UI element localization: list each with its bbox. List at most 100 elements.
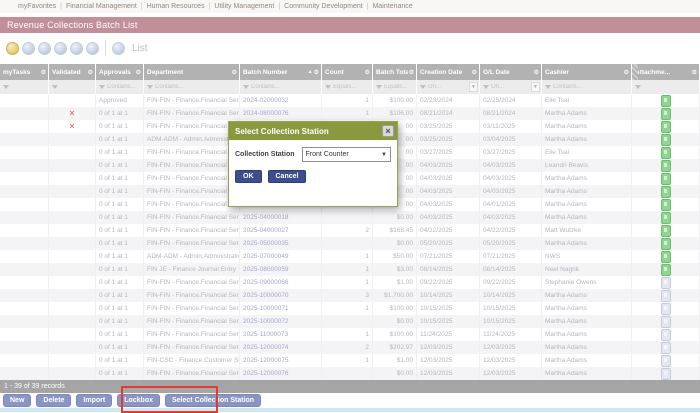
filter-cell-batch-total[interactable]: Equals...	[373, 80, 417, 94]
attachment-file-icon[interactable]	[661, 147, 671, 159]
attachment-file-icon[interactable]	[661, 329, 671, 341]
filter-dropdown-icon[interactable]: ▼	[531, 82, 540, 92]
collection-station-select[interactable]: Front Counter ▼	[302, 147, 392, 162]
attachment-file-icon[interactable]	[661, 303, 671, 315]
cell-attachment[interactable]	[632, 172, 700, 185]
filter-dropdown-icon[interactable]: ▼	[469, 82, 478, 92]
ok-button[interactable]: OK	[235, 170, 262, 183]
cell-attachment[interactable]	[632, 341, 700, 354]
column-header-batch-total[interactable]: Batch Total⚙	[373, 64, 417, 80]
attachment-file-icon[interactable]	[661, 173, 671, 185]
table-row[interactable]: 0 of 1 at 1FIN-CSC - Finance.Customer Se…	[0, 354, 700, 367]
table-row[interactable]: ApprovedFIN-FIN - Finance.Financial Serv…	[0, 94, 700, 107]
filter-cell-mytasks[interactable]	[0, 80, 49, 94]
gear-icon[interactable]: ⚙	[365, 69, 370, 76]
gear-icon[interactable]: ⚙	[472, 69, 477, 76]
attachment-file-icon[interactable]	[661, 95, 671, 107]
gear-icon[interactable]: ⚙	[534, 69, 539, 76]
attachment-file-icon[interactable]	[661, 342, 671, 354]
menu-item-financial-management[interactable]: Financial Management	[66, 3, 137, 10]
filter-cell-batch-number[interactable]: Contains...	[240, 80, 322, 94]
attachment-file-icon[interactable]	[661, 238, 671, 250]
import-button[interactable]: Import	[76, 394, 112, 407]
cell-batch-number[interactable]: 2025-12000076	[240, 367, 322, 380]
column-header-department[interactable]: Department⚙	[144, 64, 240, 80]
cell-attachment[interactable]	[632, 146, 700, 159]
column-header-validated[interactable]: Validated⚙	[49, 64, 96, 80]
cell-attachment[interactable]	[632, 263, 700, 276]
column-header-creation-date[interactable]: Creation Date⚙	[417, 64, 480, 80]
attachment-file-icon[interactable]	[661, 251, 671, 263]
lockbox-button[interactable]: Lockbox	[117, 394, 160, 407]
attachment-file-icon[interactable]	[661, 186, 671, 198]
cell-batch-number[interactable]: 2024-02000032	[240, 94, 322, 107]
column-header-count[interactable]: Count⚙	[322, 64, 373, 80]
attachment-file-icon[interactable]	[661, 108, 671, 120]
cell-attachment[interactable]	[632, 94, 700, 107]
sort-asc-icon[interactable]: ▲	[308, 69, 313, 75]
select-collection-station-button[interactable]: Select Collection Station	[165, 394, 261, 407]
cell-batch-number[interactable]: 2025-07000049	[240, 250, 322, 263]
gear-icon[interactable]: ⚙	[136, 69, 141, 76]
menu-item-maintenance[interactable]: Maintenance	[373, 3, 413, 10]
cell-attachment[interactable]	[632, 250, 700, 263]
cell-attachment[interactable]	[632, 328, 700, 341]
cell-batch-number[interactable]: 2025-12000074	[240, 341, 322, 354]
copy-icon[interactable]	[70, 42, 83, 55]
seal-icon[interactable]	[6, 42, 19, 55]
cell-attachment[interactable]	[632, 315, 700, 328]
table-row[interactable]: 0 of 1 at 1FIN-FIN - Finance.Financial S…	[0, 289, 700, 302]
cell-batch-number[interactable]: 2025-10000072	[240, 315, 322, 328]
attachment-file-icon[interactable]	[661, 316, 671, 328]
cell-batch-number[interactable]: 2025-05000035	[240, 237, 322, 250]
cell-attachment[interactable]	[632, 159, 700, 172]
attachment-file-icon[interactable]	[661, 355, 671, 367]
cell-attachment[interactable]	[632, 224, 700, 237]
filter-cell-gl-date[interactable]: On...▼	[480, 80, 542, 94]
column-header-batch-number[interactable]: Batch Number▲⚙	[240, 64, 322, 80]
cell-attachment[interactable]	[632, 354, 700, 367]
menu-item-utility-management[interactable]: Utility Management	[214, 3, 274, 10]
attachment-file-icon[interactable]	[661, 368, 671, 380]
cell-attachment[interactable]	[632, 133, 700, 146]
send-icon[interactable]	[38, 42, 51, 55]
column-header-gl-date[interactable]: G/L Date⚙	[480, 64, 542, 80]
table-row[interactable]: 0 of 1 at 1FIN-FIN - Finance.Financial S…	[0, 276, 700, 289]
attachment-file-icon[interactable]	[661, 134, 671, 146]
cell-batch-number[interactable]: 2025-09000066	[240, 276, 322, 289]
gear-icon[interactable]: ⚙	[41, 69, 46, 76]
close-icon[interactable]: ×	[382, 125, 394, 137]
cell-batch-number[interactable]: 2025-10000070	[240, 289, 322, 302]
table-row[interactable]: 0 of 1 at 1FIN-FIN - Finance.Financial S…	[0, 341, 700, 354]
cell-attachment[interactable]	[632, 237, 700, 250]
gear-icon[interactable]: ⚙	[314, 69, 319, 76]
cell-attachment[interactable]	[632, 185, 700, 198]
delete-button[interactable]: Delete	[36, 394, 71, 407]
attachment-file-icon[interactable]	[661, 199, 671, 211]
filter-cell-department[interactable]: Contains...	[144, 80, 240, 94]
table-row[interactable]: 0 of 1 at 1FIN-FIN - Finance.Financial S…	[0, 211, 700, 224]
column-header-mytasks[interactable]: myTasks⚙	[0, 64, 49, 80]
attachment-file-icon[interactable]	[661, 264, 671, 276]
search-icon[interactable]	[86, 42, 99, 55]
cell-batch-number[interactable]: 2024-08000076	[240, 107, 322, 120]
menu-item-myfavorites[interactable]: myFavorites	[18, 3, 56, 10]
drop-icon[interactable]	[54, 42, 67, 55]
cell-attachment[interactable]	[632, 107, 700, 120]
cell-attachment[interactable]	[632, 367, 700, 380]
attachment-file-icon[interactable]	[661, 160, 671, 172]
table-row[interactable]: 0 of 1 at 1FIN-FIN - Finance.Financial S…	[0, 315, 700, 328]
cell-attachment[interactable]	[632, 198, 700, 211]
gear-icon[interactable]: ⚙	[409, 69, 414, 76]
table-row[interactable]: 0 of 1 at 1FIN-FIN - Finance.Financial S…	[0, 367, 700, 380]
filter-cell-validated[interactable]	[49, 80, 96, 94]
attachment-file-icon[interactable]	[661, 225, 671, 237]
cell-batch-number[interactable]: 2025-04000018	[240, 211, 322, 224]
cell-batch-number[interactable]: 2025-11000073	[240, 328, 322, 341]
cell-attachment[interactable]	[632, 289, 700, 302]
cell-attachment[interactable]	[632, 120, 700, 133]
filter-cell-count[interactable]: Equals...	[322, 80, 373, 94]
attachment-file-icon[interactable]	[661, 290, 671, 302]
column-header-attachments[interactable]: Attachme...⚙	[632, 64, 700, 80]
cell-attachment[interactable]	[632, 302, 700, 315]
